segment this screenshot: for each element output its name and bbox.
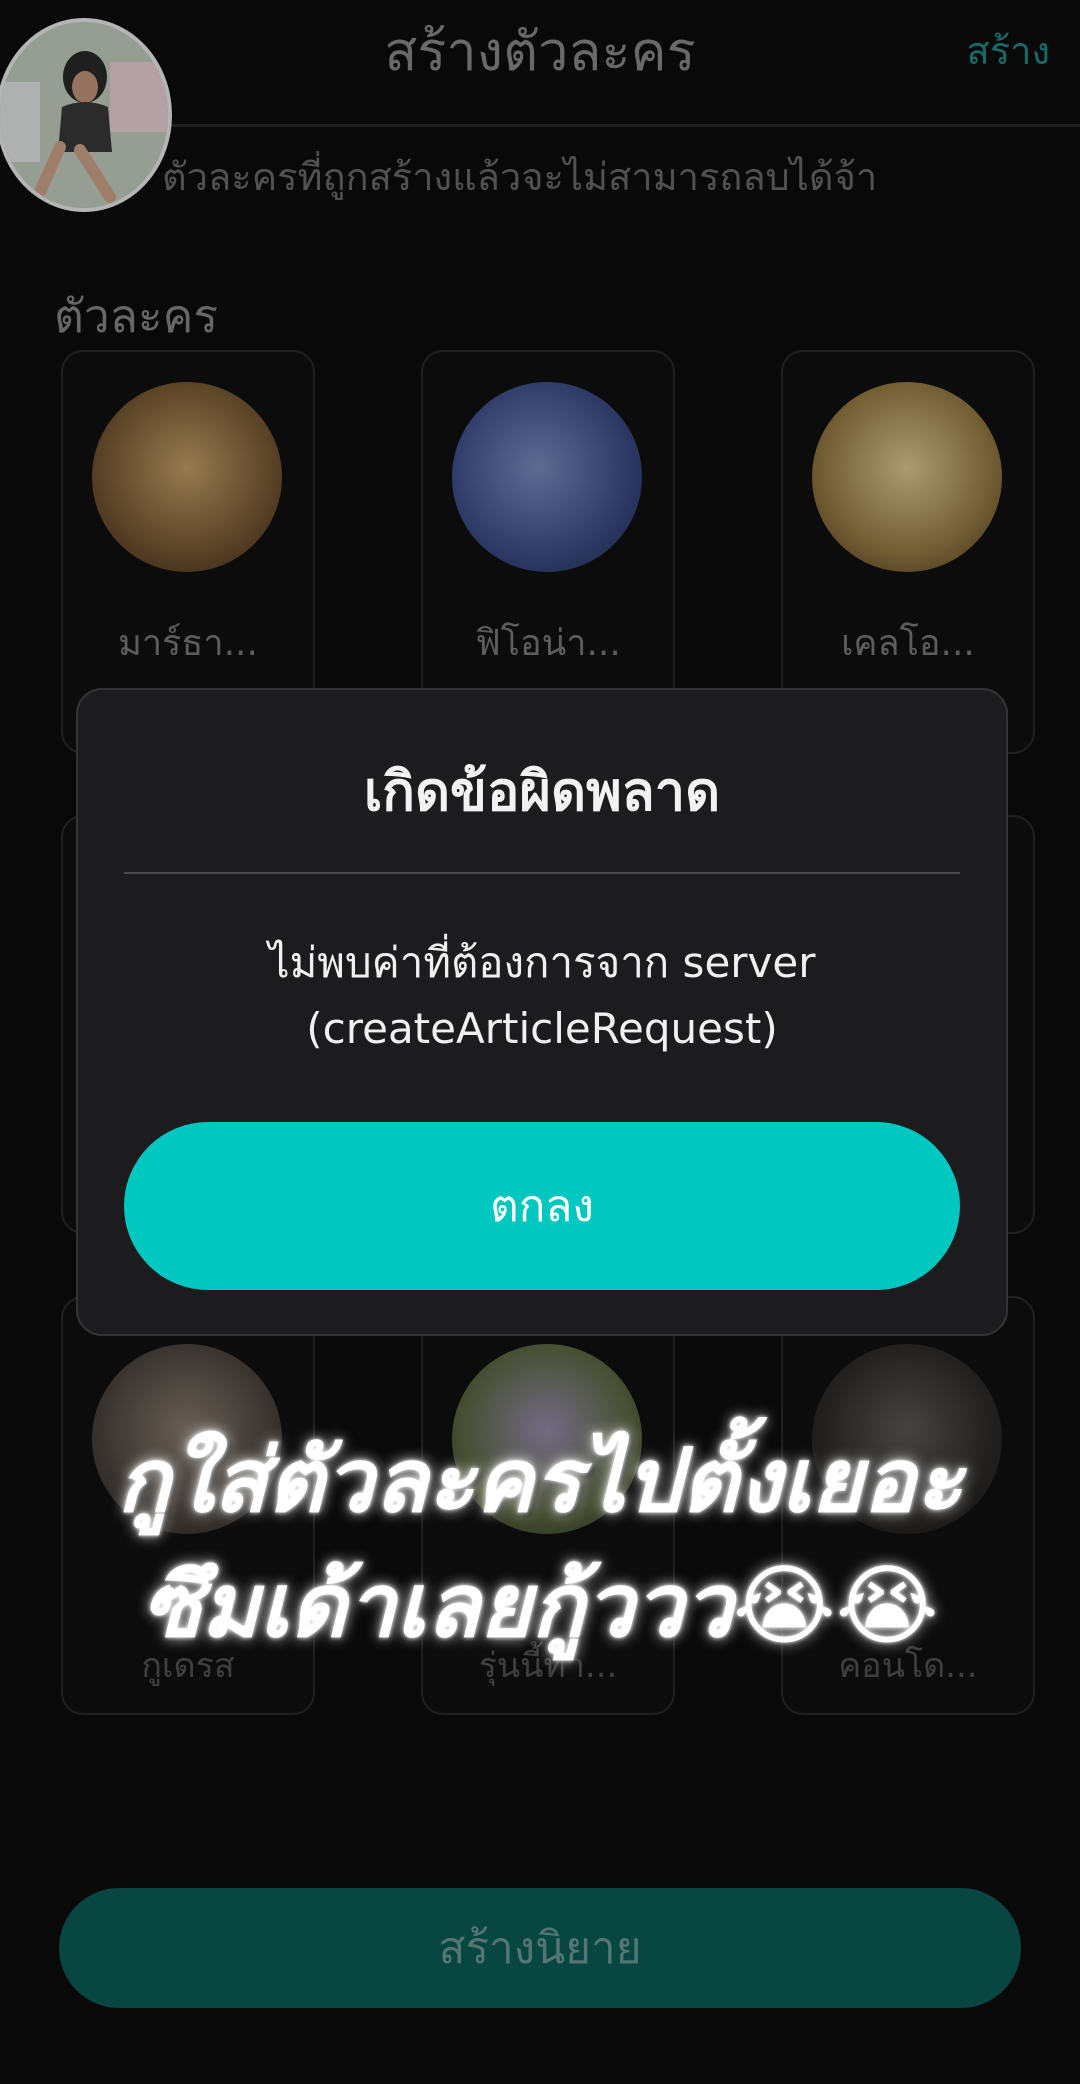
video-caption-line2: ซึมเด้าเลยกู้ววว😭😭: [141, 1554, 939, 1657]
dialog-message-line2: (createArticleRequest): [306, 1004, 778, 1053]
error-dialog: เกิดข้อผิดพลาด ไม่พบค่าที่ต้องการจาก ser…: [76, 688, 1008, 1336]
ok-button-label: ตกลง: [490, 1182, 594, 1231]
dialog-title: เกิดข้อผิดพลาด: [363, 760, 721, 823]
dialog-divider: [124, 872, 960, 874]
dialog-message: ไม่พบค่าที่ต้องการจาก server (createArti…: [118, 930, 966, 1062]
ok-button[interactable]: ตกลง: [124, 1122, 960, 1290]
dialog-message-line1: ไม่พบค่าที่ต้องการจาก server: [268, 938, 816, 987]
video-caption-line1: กูใส่ตัวละครไปตั้งเยอะ: [117, 1429, 963, 1532]
